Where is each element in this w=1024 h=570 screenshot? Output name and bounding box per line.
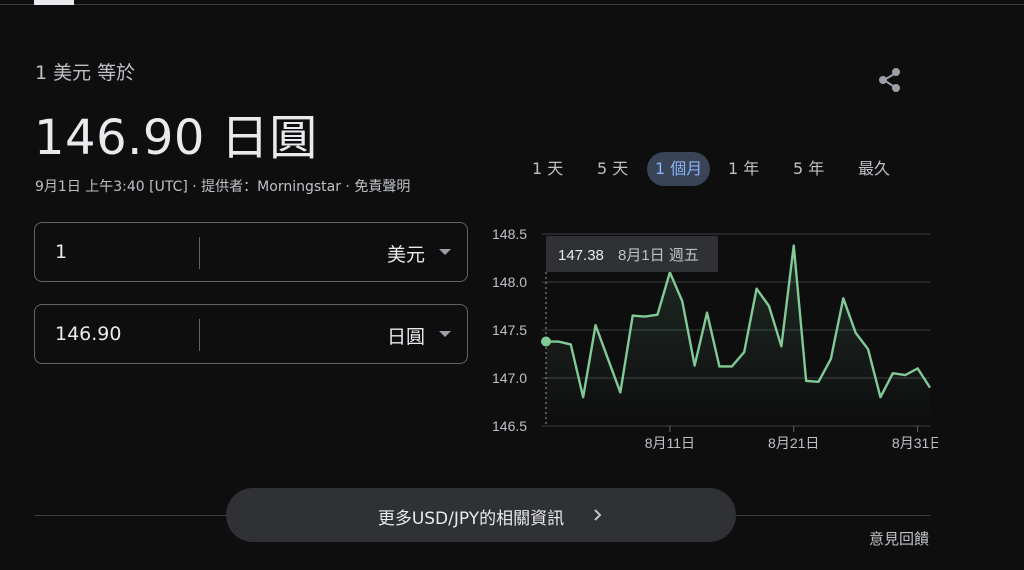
range-5-day[interactable]: 5 天 — [589, 152, 636, 186]
exchange-rate: 146.90 日圓 — [34, 110, 318, 166]
chevron-right-icon — [594, 509, 602, 521]
y-tick-label: 147.5 — [492, 322, 527, 338]
range-1-day[interactable]: 1 天 — [524, 152, 571, 186]
from-currency-box: 1 美元 — [34, 222, 468, 282]
feedback-link[interactable]: 意見回饋 — [869, 528, 929, 549]
to-currency-select[interactable]: 日圓 — [387, 322, 425, 349]
hover-point — [541, 336, 551, 347]
share-icon — [879, 68, 900, 92]
range-5-year[interactable]: 5 年 — [785, 152, 832, 186]
more-info-label: 更多USD/JPY的相關資訊 — [377, 509, 565, 529]
more-info-button[interactable]: 更多USD/JPY的相關資訊 — [226, 488, 736, 542]
field-separator — [199, 237, 200, 269]
range-1-month[interactable]: 1 個月 — [647, 152, 711, 186]
chart-tooltip: 147.38 8月1日 週五 — [546, 236, 718, 272]
top-divider — [0, 4, 1024, 5]
to-currency-box: 146.90 日圓 — [34, 304, 468, 364]
range-1-year[interactable]: 1 年 — [720, 152, 767, 186]
chart-area-fill — [546, 245, 930, 426]
y-tick-label: 148.5 — [492, 226, 527, 242]
from-currency-select[interactable]: 美元 — [387, 240, 425, 267]
rate-chart[interactable]: 148.5 148.0 147.5 147.0 146.5 8月11日 8月21日 8月31… — [488, 218, 943, 458]
range-max[interactable]: 最久 — [850, 152, 898, 186]
rate-meta: 9月1日 上午3:40 [UTC] · 提供者：Morningstar · 免責… — [35, 179, 411, 195]
x-tick-label: 8月21日 — [768, 435, 819, 451]
share-button[interactable] — [872, 62, 908, 98]
top-bar — [0, 0, 1024, 6]
active-tab-indicator — [34, 0, 74, 5]
field-separator — [199, 319, 200, 351]
y-tick-label: 146.5 — [492, 418, 527, 434]
y-tick-label: 148.0 — [492, 274, 527, 290]
dropdown-caret-icon[interactable] — [439, 331, 451, 337]
tooltip-value: 147.38 — [558, 247, 604, 264]
tooltip-date: 8月1日 週五 — [618, 247, 699, 264]
y-tick-label: 147.0 — [492, 370, 527, 386]
rate-chart-svg: 148.5 148.0 147.5 147.0 146.5 8月11日 8月21日 8月31… — [492, 226, 943, 451]
from-amount-input[interactable]: 1 — [55, 241, 67, 263]
to-amount-input[interactable]: 146.90 — [55, 323, 121, 345]
conversion-subtitle: 1 美元 等於 — [35, 62, 136, 84]
x-tick-label: 8月11日 — [645, 435, 695, 451]
x-tick-label: 8月31日 — [892, 435, 938, 451]
dropdown-caret-icon[interactable] — [439, 249, 451, 255]
